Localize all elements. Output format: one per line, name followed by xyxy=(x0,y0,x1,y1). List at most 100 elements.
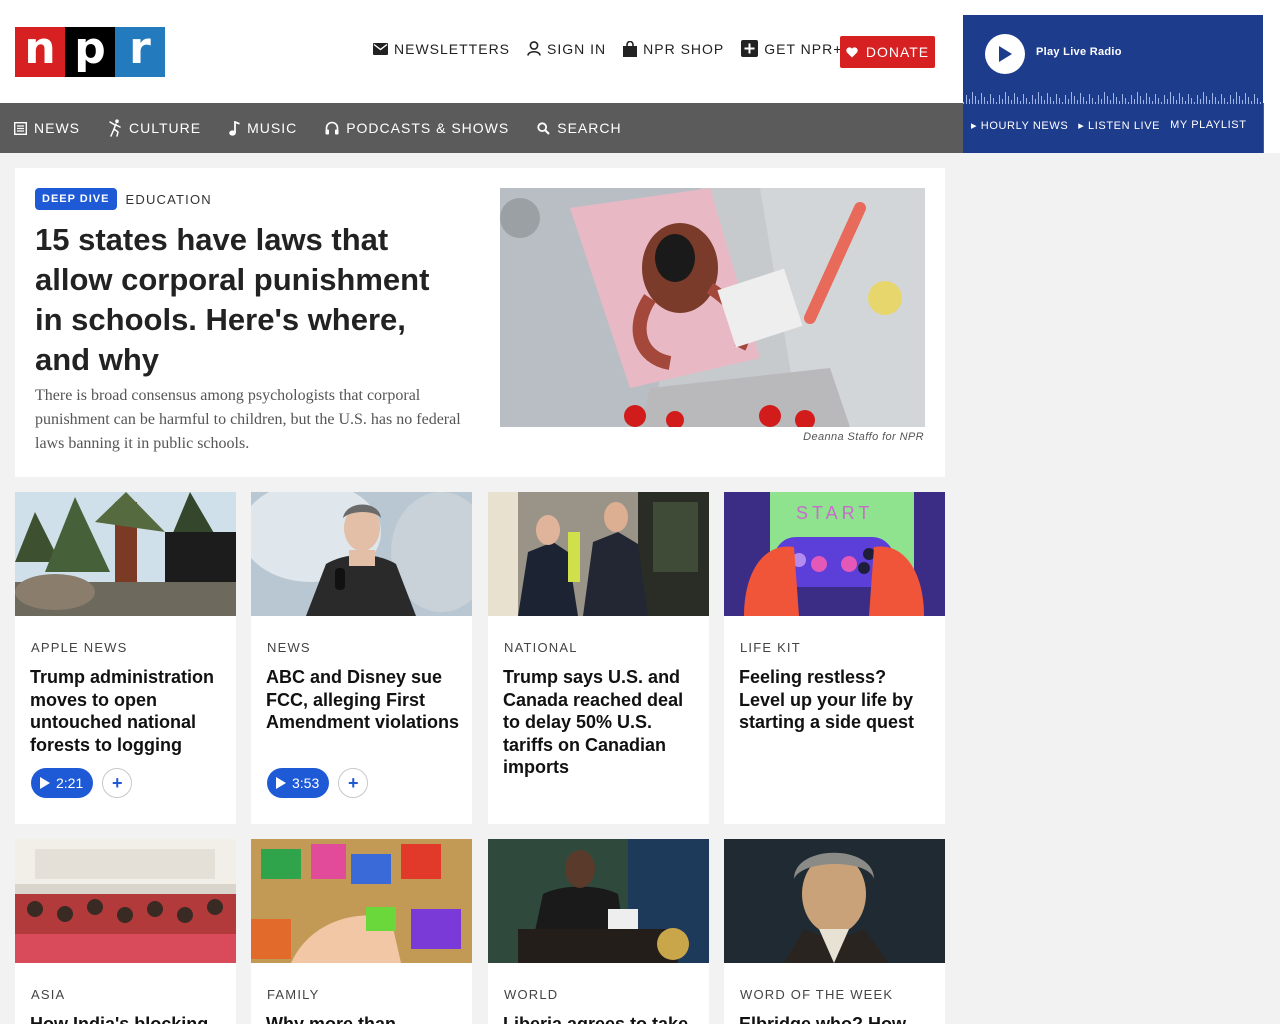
start-screen-text: START xyxy=(796,503,873,523)
story-thumbnail[interactable] xyxy=(15,492,236,616)
get-npr-plus-link[interactable]: Get NPR+ xyxy=(741,40,842,57)
plus-icon: + xyxy=(111,772,123,793)
story-thumbnail[interactable] xyxy=(488,839,709,963)
plus-icon: + xyxy=(347,772,359,793)
nav-news-label: News xyxy=(34,120,80,136)
live-radio-player: Play Live Radio ▸ Hourly News ▸ Listen L… xyxy=(963,15,1263,153)
story-card[interactable]: Family Why more than xyxy=(251,839,472,1024)
plus-square-icon xyxy=(741,40,759,57)
story-thumbnail[interactable] xyxy=(724,839,945,963)
utility-nav: Newsletters Sign In NPR Shop Get NPR+ xyxy=(373,40,842,57)
my-playlist-label: My Playlist xyxy=(1170,119,1247,131)
story-card[interactable]: National Trump says U.S. and Canada reac… xyxy=(488,492,709,824)
npr-shop-link[interactable]: NPR Shop xyxy=(623,40,725,57)
story-card[interactable]: News ABC and Disney sue FCC, alleging Fi… xyxy=(251,492,472,824)
officials-photo xyxy=(488,492,709,616)
nav-search[interactable]: Search xyxy=(537,120,621,136)
play-live-radio-button[interactable] xyxy=(985,34,1025,74)
envelope-icon xyxy=(373,42,388,55)
nav-culture[interactable]: Culture xyxy=(108,119,201,137)
story-headline[interactable]: How India's blocking xyxy=(30,1013,225,1024)
audio-waveform xyxy=(963,92,1261,104)
dancer-icon xyxy=(109,119,121,137)
story-card[interactable]: Apple News Trump administration moves to… xyxy=(15,492,236,824)
story-thumbnail[interactable] xyxy=(15,839,236,963)
audio-duration: 3:53 xyxy=(292,775,320,791)
logo-letter-r: r xyxy=(115,27,165,77)
npr-shop-label: NPR Shop xyxy=(643,40,725,57)
story-thumbnail[interactable] xyxy=(251,839,472,963)
nav-music[interactable]: Music xyxy=(229,120,297,136)
audio-controls: 3:53 + xyxy=(267,768,369,798)
story-slug[interactable]: National xyxy=(504,640,578,655)
featured-headline[interactable]: 15 states have laws that allow corporal … xyxy=(35,220,465,380)
story-slug[interactable]: Word of the Week xyxy=(740,987,893,1002)
story-slug[interactable]: Life Kit xyxy=(740,640,801,655)
heart-icon xyxy=(846,46,858,57)
story-slug[interactable]: Family xyxy=(267,987,319,1002)
story-headline[interactable]: Feeling restless? Level up your life by … xyxy=(739,666,934,734)
get-npr-plus-label: Get NPR+ xyxy=(764,40,843,57)
story-headline[interactable]: Why more than xyxy=(266,1013,461,1024)
story-card[interactable]: Word of the Week Elbridge who? How xyxy=(724,839,945,1024)
story-slug[interactable]: News xyxy=(267,640,311,655)
play-icon xyxy=(40,777,50,789)
logo-letter-p: p xyxy=(65,27,115,77)
nav-podcasts-shows[interactable]: Podcasts & Shows xyxy=(325,120,509,136)
play-icon xyxy=(276,777,286,789)
forest-photo xyxy=(15,492,236,616)
nav-news[interactable]: News xyxy=(14,120,80,136)
classroom-illustration xyxy=(500,188,925,427)
audio-controls: 2:21 + xyxy=(31,768,133,798)
featured-slug[interactable]: Education xyxy=(126,192,212,207)
player-links: ▸ Hourly News ▸ Listen Live My Playlist xyxy=(971,119,1247,132)
newspaper-icon xyxy=(14,121,27,135)
story-card[interactable]: START Life Kit Feeling restless? Level u… xyxy=(724,492,945,824)
story-card[interactable]: Asia How India's blocking xyxy=(15,839,236,1024)
donate-label: Donate xyxy=(865,44,930,60)
story-slug[interactable]: Asia xyxy=(31,987,65,1002)
newsletters-link[interactable]: Newsletters xyxy=(373,41,510,57)
story-thumbnail[interactable] xyxy=(251,492,472,616)
play-audio-button[interactable]: 2:21 xyxy=(31,768,94,798)
story-headline[interactable]: Trump says U.S. and Canada reached deal … xyxy=(503,666,698,779)
play-audio-button[interactable]: 3:53 xyxy=(267,768,330,798)
un-podium-photo xyxy=(488,839,709,963)
add-to-playlist-button[interactable]: + xyxy=(338,768,369,798)
add-to-playlist-button[interactable]: + xyxy=(102,768,133,798)
story-card[interactable]: World Liberia agrees to take xyxy=(488,839,709,1024)
my-playlist-link[interactable]: My Playlist xyxy=(1170,119,1247,132)
story-slug[interactable]: Apple News xyxy=(31,640,128,655)
listen-live-link[interactable]: ▸ Listen Live xyxy=(1078,119,1160,132)
music-note-icon xyxy=(229,120,240,136)
logo-letter-n: n xyxy=(15,27,65,77)
sign-in-label: Sign In xyxy=(547,40,607,57)
featured-story: Deep Dive Education 15 states have laws … xyxy=(15,168,945,477)
story-thumbnail[interactable]: START xyxy=(724,492,945,616)
npr-logo[interactable]: n p r xyxy=(15,27,165,77)
newsletters-label: Newsletters xyxy=(394,40,511,57)
nav-edge xyxy=(1263,103,1280,153)
nav-music-label: Music xyxy=(247,120,298,136)
audio-duration: 2:21 xyxy=(56,775,84,791)
play-live-radio-label: Play Live Radio xyxy=(1036,46,1122,58)
hourly-news-label: Hourly News xyxy=(980,120,1069,132)
story-headline[interactable]: Trump administration moves to open untou… xyxy=(30,666,225,756)
featured-image[interactable] xyxy=(500,188,925,427)
nav-podcasts-label: Podcasts & Shows xyxy=(346,120,510,136)
speaker-photo xyxy=(251,492,472,616)
story-headline[interactable]: Liberia agrees to take xyxy=(503,1013,698,1024)
play-icon xyxy=(999,46,1012,62)
nav-search-label: Search xyxy=(557,120,622,136)
hourly-news-link[interactable]: ▸ Hourly News xyxy=(971,119,1068,132)
story-slug[interactable]: World xyxy=(504,987,558,1002)
story-thumbnail[interactable] xyxy=(488,492,709,616)
search-icon xyxy=(537,121,550,135)
featured-teaser: There is broad consensus among psycholog… xyxy=(35,387,461,452)
sign-in-link[interactable]: Sign In xyxy=(527,41,606,57)
deep-dive-badge[interactable]: Deep Dive xyxy=(35,188,117,210)
story-headline[interactable]: ABC and Disney sue FCC, alleging First A… xyxy=(266,666,461,734)
story-headline[interactable]: Elbridge who? How xyxy=(739,1013,934,1024)
donate-button[interactable]: Donate xyxy=(840,36,935,68)
image-credit: Deanna Staffo for NPR xyxy=(803,431,924,443)
